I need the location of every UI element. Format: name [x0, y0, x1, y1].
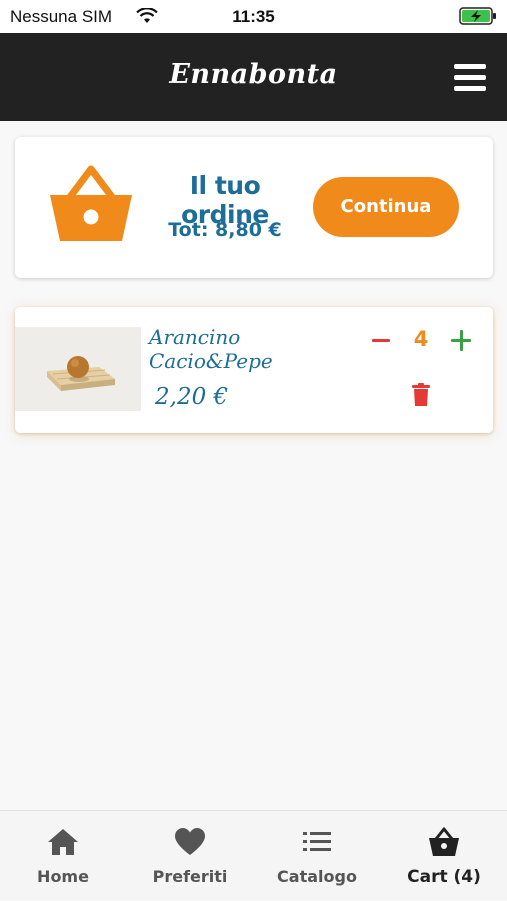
order-total: Tot: 8,80 €	[168, 219, 282, 241]
app-header: Ennabonta	[0, 33, 507, 121]
cart-item: Arancino Cacio&Pepe 2,20 € 4	[15, 307, 493, 433]
home-icon	[48, 829, 78, 855]
basket-icon	[429, 827, 459, 856]
app-title: Ennabonta	[169, 59, 338, 90]
bottom-tab-bar: Home Preferiti Catalogo Cart (4)	[0, 810, 507, 900]
tab-home-label: Home	[37, 867, 89, 886]
tab-home[interactable]: Home	[0, 811, 126, 901]
tab-cart[interactable]: Cart (4)	[381, 811, 507, 901]
arancino-photo	[15, 327, 141, 411]
heart-icon	[175, 828, 205, 855]
tab-preferiti[interactable]: Preferiti	[127, 811, 253, 901]
basket-icon	[50, 165, 132, 241]
continue-button[interactable]: Continua	[313, 177, 459, 237]
hamburger-menu-icon[interactable]	[454, 64, 486, 92]
list-icon	[303, 832, 331, 851]
tab-catalogo-label: Catalogo	[277, 867, 357, 886]
tab-preferiti-label: Preferiti	[152, 867, 228, 886]
decrease-quantity-button[interactable]	[371, 331, 391, 351]
status-bar: Nessuna SIM 11:35	[0, 0, 507, 33]
trash-icon[interactable]	[412, 383, 430, 407]
tab-catalogo[interactable]: Catalogo	[254, 811, 380, 901]
tab-cart-label: Cart (4)	[407, 867, 481, 887]
order-summary-card: Il tuo ordine Tot: 8,80 € Continua	[15, 137, 493, 278]
product-image	[15, 327, 141, 411]
clock-time: 11:35	[232, 7, 275, 26]
battery-icon	[459, 7, 496, 25]
quantity-value: 4	[413, 327, 429, 351]
product-name: Arancino Cacio&Pepe	[149, 325, 273, 373]
increase-quantity-button[interactable]	[450, 330, 472, 352]
product-price: 2,20 €	[155, 384, 229, 410]
